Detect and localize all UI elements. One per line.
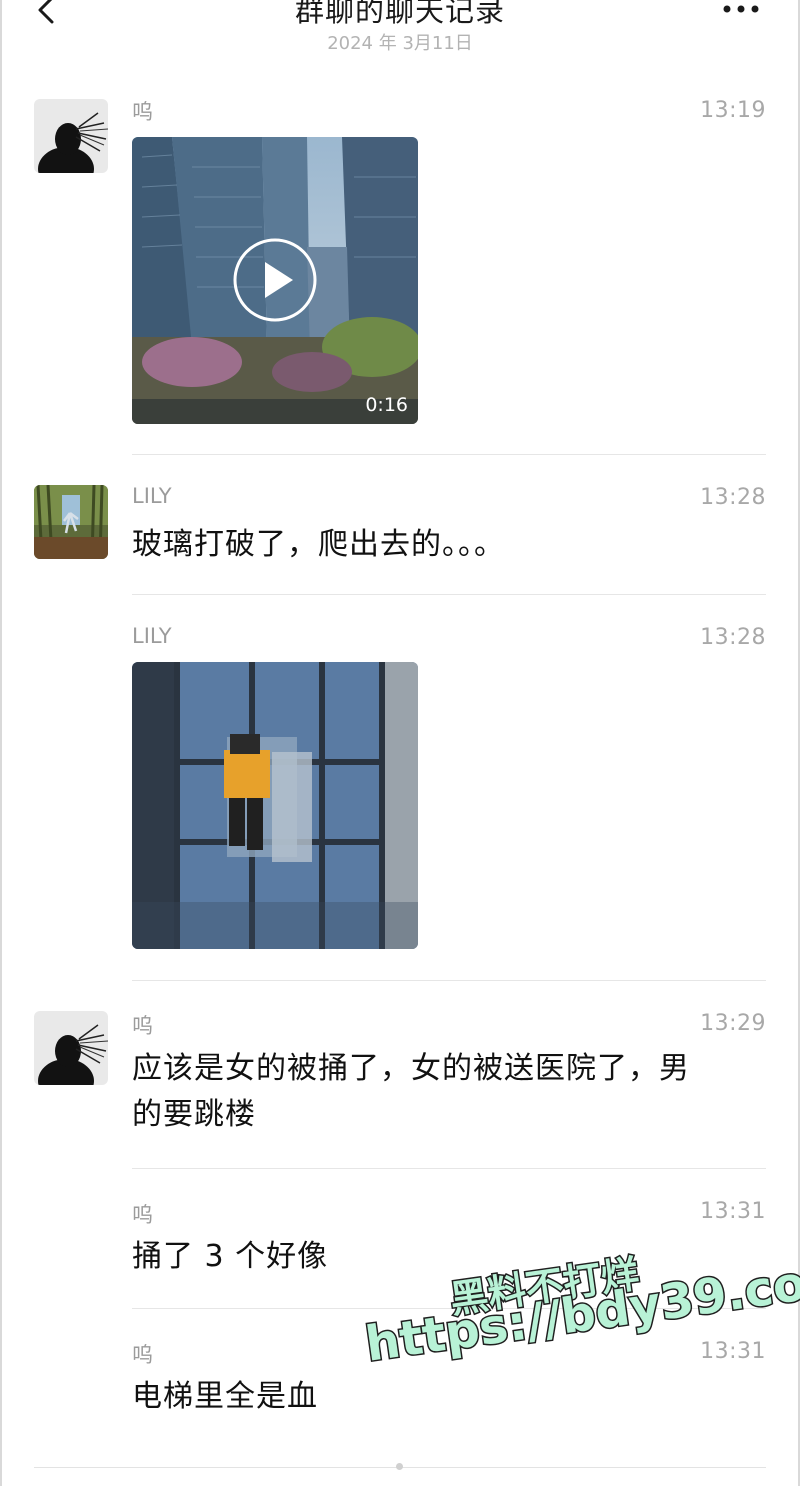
- scroll-indicator: [396, 1463, 403, 1470]
- message-text-line-1: 应该是女的被捅了，女的被送医院了，男: [132, 1051, 690, 1086]
- divider: [132, 980, 766, 981]
- sender-name: 呜: [132, 1343, 153, 1367]
- message-time: 13:19: [700, 98, 766, 123]
- video-duration: 0:16: [365, 394, 408, 416]
- message-time: 13:31: [700, 1199, 766, 1224]
- video-thumbnail[interactable]: 0:16: [132, 137, 418, 424]
- chat-history-header: 群聊的聊天记录 2024 年 3月11日: [0, 0, 800, 80]
- avatar[interactable]: [34, 1011, 108, 1085]
- divider: [132, 454, 766, 455]
- message-time: 13:28: [700, 485, 766, 510]
- sender-name: LILY: [132, 484, 172, 508]
- message-text-line-2: 的要跳楼: [132, 1097, 256, 1132]
- sender-name: LILY: [132, 624, 172, 648]
- message-time: 13:31: [700, 1339, 766, 1364]
- message-text: 电梯里全是血: [132, 1379, 318, 1414]
- sender-name: 呜: [132, 1014, 153, 1038]
- photo-thumbnail[interactable]: [132, 662, 418, 949]
- message-text: 玻璃打破了，爬出去的。。。: [132, 527, 505, 562]
- message-time: 13:29: [700, 1011, 766, 1036]
- avatar[interactable]: [34, 485, 108, 559]
- page-title: 群聊的聊天记录: [294, 0, 505, 28]
- sender-name: 呜: [132, 100, 153, 124]
- divider: [132, 594, 766, 595]
- message-time: 13:28: [700, 625, 766, 650]
- sender-name: 呜: [132, 1203, 153, 1227]
- divider: [132, 1168, 766, 1169]
- avatar[interactable]: [34, 99, 108, 173]
- divider: [132, 1308, 766, 1309]
- chat-date: 2024 年 3月11日: [327, 33, 473, 54]
- more-options-icon[interactable]: [720, 0, 764, 24]
- message-text: 捅了 3 个好像: [132, 1239, 329, 1274]
